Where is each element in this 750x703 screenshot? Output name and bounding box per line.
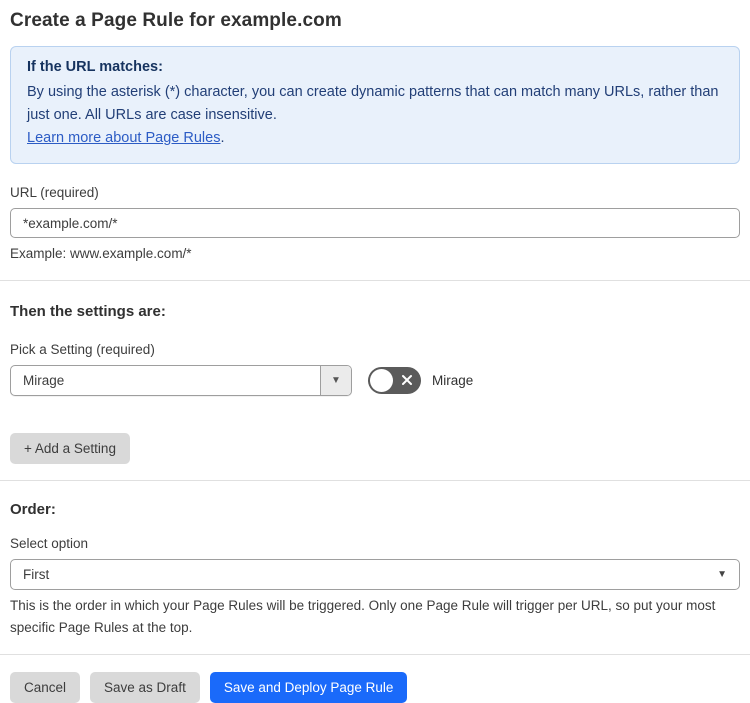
- setting-row: Mirage ▼ Mirage: [10, 365, 740, 396]
- learn-more-link[interactable]: Learn more about Page Rules: [27, 130, 220, 146]
- url-matches-info-box: If the URL matches: By using the asteris…: [10, 46, 740, 164]
- setting-select-arrow-button[interactable]: ▼: [320, 366, 351, 395]
- order-helper-text: This is the order in which your Page Rul…: [10, 598, 716, 635]
- link-suffix: .: [220, 130, 225, 146]
- setting-select[interactable]: Mirage ▼: [10, 365, 352, 396]
- mirage-toggle[interactable]: [368, 367, 421, 394]
- cancel-button[interactable]: Cancel: [10, 672, 81, 703]
- footer-actions: Cancel Save as Draft Save and Deploy Pag…: [10, 672, 740, 703]
- section-divider: [0, 480, 750, 481]
- chevron-down-icon: ▼: [717, 569, 727, 580]
- order-select[interactable]: First ▼: [10, 559, 740, 590]
- add-setting-button[interactable]: + Add a Setting: [10, 433, 130, 464]
- toggle-off-x-icon: [402, 375, 412, 385]
- toggle-knob: [370, 369, 393, 392]
- info-box-link-line: Learn more about Page Rules.: [27, 127, 723, 150]
- chevron-down-icon: ▼: [331, 375, 341, 386]
- toggle-label: Mirage: [432, 373, 474, 388]
- url-field-label: URL (required): [10, 185, 99, 200]
- url-input[interactable]: [10, 208, 740, 238]
- order-section-heading: Order:: [10, 501, 56, 518]
- save-and-deploy-button[interactable]: Save and Deploy Page Rule: [209, 672, 408, 703]
- footer-divider: [0, 654, 750, 655]
- order-select-value: First: [23, 567, 50, 582]
- section-divider: [0, 280, 750, 281]
- settings-section-heading: Then the settings are:: [10, 303, 166, 320]
- save-as-draft-button[interactable]: Save as Draft: [90, 672, 200, 703]
- create-page-rule-panel: Create a Page Rule for example.com If th…: [0, 0, 750, 703]
- info-box-body: By using the asterisk (*) character, you…: [27, 84, 719, 123]
- select-option-label: Select option: [10, 536, 89, 551]
- setting-select-value: Mirage: [23, 373, 65, 388]
- info-box-heading: If the URL matches:: [27, 59, 163, 75]
- url-field-helper: Example: www.example.com/*: [10, 246, 192, 261]
- pick-setting-label: Pick a Setting (required): [10, 342, 155, 357]
- page-title: Create a Page Rule for example.com: [10, 10, 342, 31]
